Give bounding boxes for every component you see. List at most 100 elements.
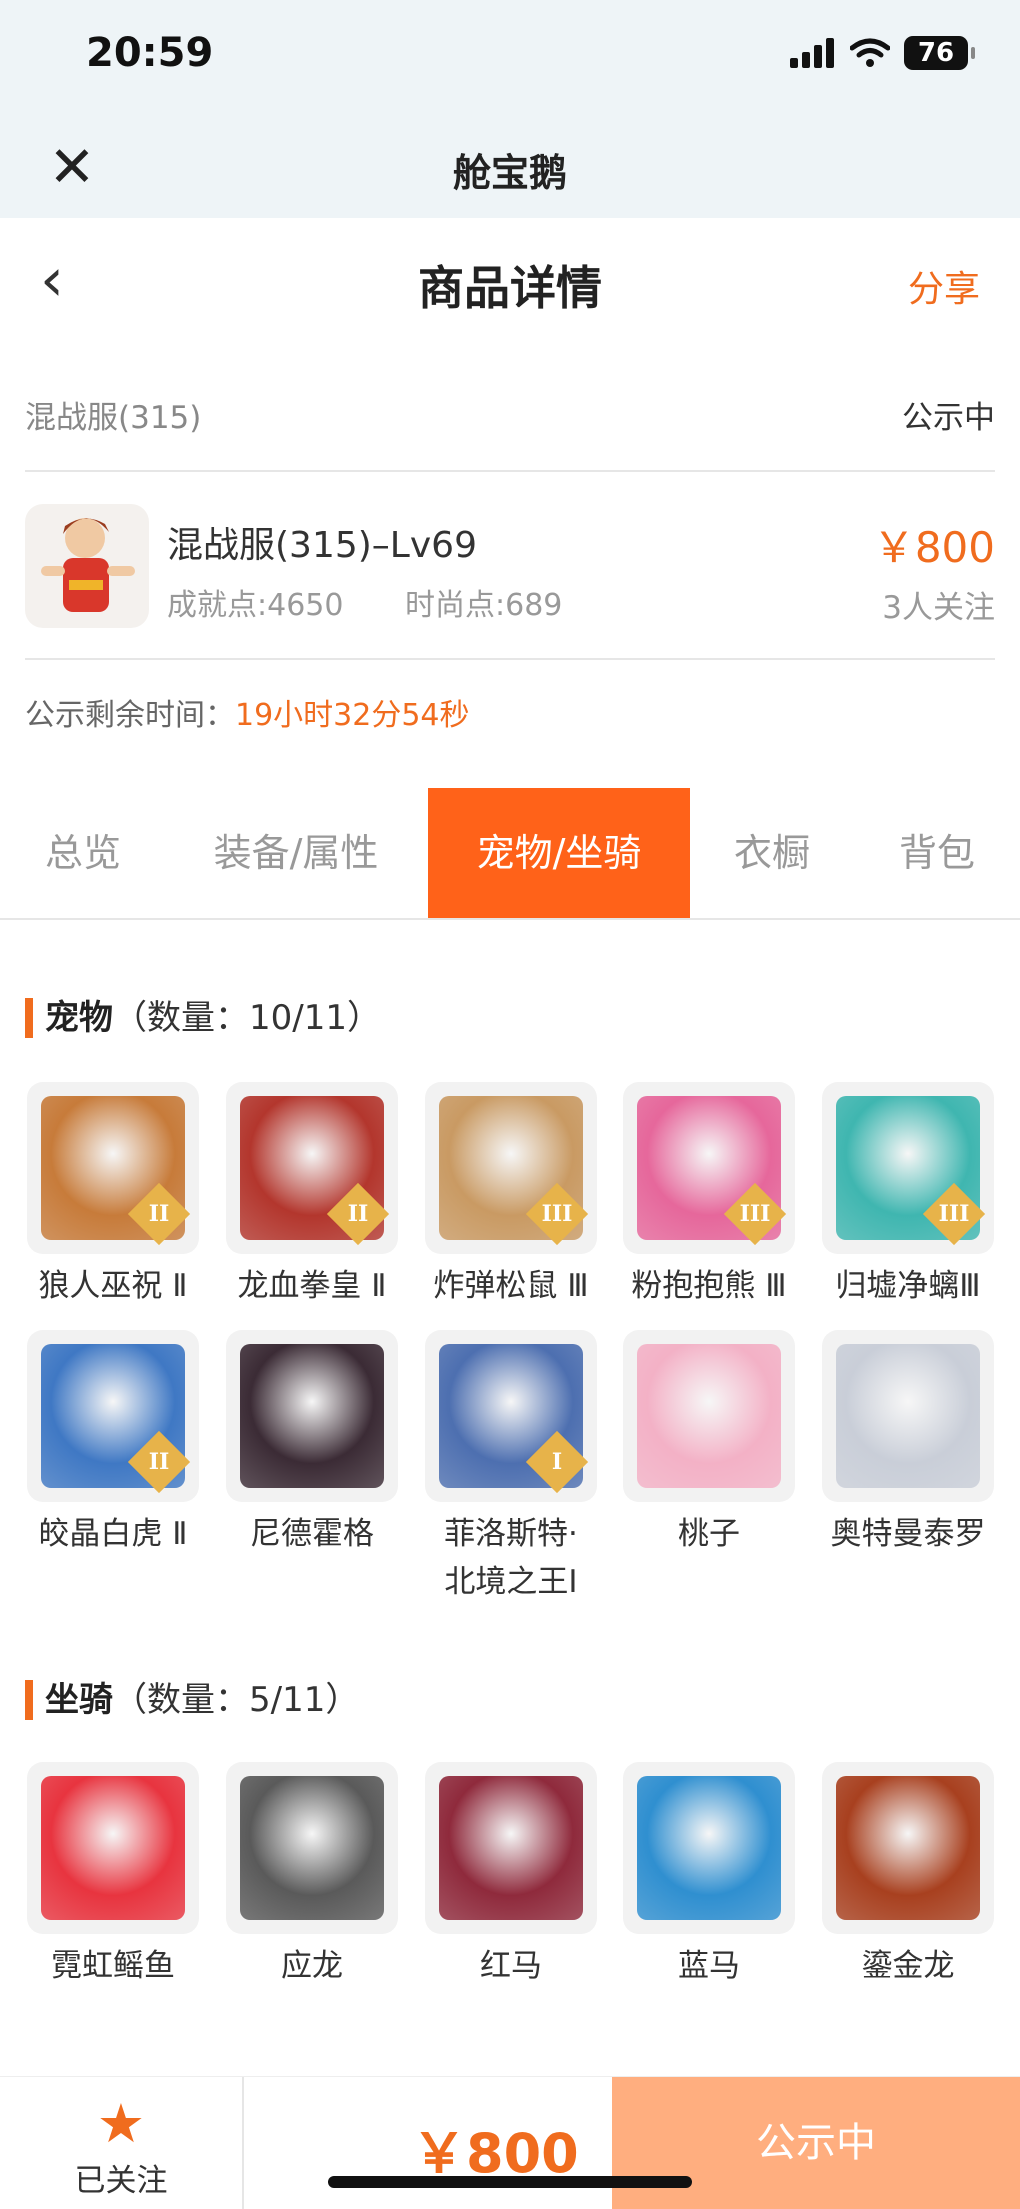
- fashion-points: 时尚点:689: [405, 588, 563, 623]
- item-artwork: [637, 1344, 781, 1488]
- list-item[interactable]: 红马: [425, 1762, 597, 1990]
- list-item[interactable]: II 皎晶白虎 Ⅱ: [27, 1330, 199, 1558]
- item-label: 龙血拳皇 Ⅱ: [237, 1268, 387, 1304]
- list-item[interactable]: 鎏金龙: [822, 1762, 994, 1990]
- pets-section-title: 宠物（数量：10/11）: [25, 990, 381, 1039]
- product-price: ￥800: [872, 523, 995, 572]
- item-artwork: [41, 1776, 185, 1920]
- remaining-time: 公示剩余时间：19小时32分54秒: [25, 690, 470, 734]
- list-item[interactable]: 应龙: [226, 1762, 398, 1990]
- item-label: 菲洛斯特·北境之王Ⅰ: [444, 1516, 578, 1600]
- item-label: 鎏金龙: [861, 1948, 955, 1984]
- item-thumbnail: I: [425, 1330, 597, 1502]
- list-item[interactable]: III 粉抱抱熊 Ⅲ: [623, 1082, 795, 1310]
- home-indicator: [328, 2176, 692, 2188]
- item-label: 尼德霍格: [250, 1516, 374, 1552]
- tab-equipment[interactable]: 装备/属性: [166, 788, 426, 918]
- status-icons: 76: [790, 36, 975, 70]
- tab-overview[interactable]: 总览: [0, 788, 166, 918]
- rank-badge: II: [326, 1182, 390, 1246]
- item-artwork: [240, 1344, 384, 1488]
- item-label: 狼人巫祝 Ⅱ: [38, 1268, 188, 1304]
- mounts-title: 坐骑: [25, 1680, 113, 1720]
- item-thumbnail: [27, 1762, 199, 1934]
- list-item[interactable]: 霓虹鳐鱼: [27, 1762, 199, 1990]
- product-summary[interactable]: 混战服(315)–Lv69 成就点:4650 时尚点:689 ￥800 3人关注: [25, 478, 995, 660]
- item-thumbnail: [623, 1330, 795, 1502]
- follower-count: 3人关注: [882, 590, 995, 626]
- item-label: 粉抱抱熊 Ⅲ: [631, 1268, 787, 1304]
- item-thumbnail: II: [27, 1082, 199, 1254]
- list-item[interactable]: II 狼人巫祝 Ⅱ: [27, 1082, 199, 1310]
- wifi-icon: [850, 38, 890, 67]
- list-item[interactable]: II 龙血拳皇 Ⅱ: [226, 1082, 398, 1310]
- item-artwork: [836, 1776, 980, 1920]
- status-bar: 20:59 76: [0, 0, 1020, 118]
- rank-badge-label: I: [551, 1449, 563, 1475]
- character-avatar: [25, 504, 149, 628]
- tab-wardrobe[interactable]: 衣橱: [690, 788, 854, 918]
- rank-badge: III: [525, 1182, 589, 1246]
- item-artwork: [240, 1776, 384, 1920]
- item-thumbnail: [822, 1762, 994, 1934]
- item-thumbnail: [226, 1762, 398, 1934]
- server-name: 混战服(315): [25, 400, 202, 436]
- list-item[interactable]: III 炸弹松鼠 Ⅲ: [425, 1082, 597, 1310]
- item-artwork: [637, 1776, 781, 1920]
- list-item[interactable]: 桃子: [623, 1330, 795, 1558]
- list-item[interactable]: 尼德霍格: [226, 1330, 398, 1558]
- item-label: 应龙: [281, 1948, 343, 1984]
- status-button[interactable]: 公示中: [612, 2077, 1020, 2209]
- rank-badge-label: II: [347, 1201, 369, 1227]
- item-thumbnail: III: [623, 1082, 795, 1254]
- app-title: 舱宝鹅: [452, 151, 567, 195]
- item-label: 蓝马: [678, 1948, 740, 1984]
- item-label: 桃子: [678, 1516, 740, 1552]
- bottom-bar: ★ 已关注 ￥800 公示中: [0, 2076, 1020, 2209]
- page-title: 商品详情: [418, 261, 602, 315]
- item-label: 红马: [480, 1948, 542, 1984]
- rank-badge-label: III: [739, 1201, 771, 1227]
- item-label: 炸弹松鼠 Ⅲ: [433, 1268, 589, 1304]
- follow-label: 已关注: [74, 2163, 168, 2199]
- rank-badge-label: II: [148, 1201, 170, 1227]
- item-label: 归墟净螭Ⅲ: [835, 1268, 981, 1304]
- detail-tabs: 总览 装备/属性 宠物/坐骑 衣橱 背包: [0, 788, 1020, 920]
- achievement-points: 成就点:4650: [167, 588, 344, 623]
- follow-button[interactable]: ★ 已关注: [0, 2077, 244, 2209]
- share-button[interactable]: 分享: [908, 260, 980, 312]
- item-label: 皎晶白虎 Ⅱ: [38, 1516, 188, 1552]
- remaining-value: 19小时32分54秒: [235, 698, 470, 733]
- server-status: 公示中: [902, 400, 995, 436]
- rank-badge: III: [922, 1182, 986, 1246]
- rank-badge: II: [127, 1430, 191, 1494]
- list-item[interactable]: 奥特曼泰罗: [822, 1330, 994, 1558]
- star-icon: ★: [96, 2092, 146, 2155]
- item-label: 霓虹鳐鱼: [51, 1948, 175, 1984]
- rank-badge-label: III: [938, 1201, 970, 1227]
- tab-pets-mounts[interactable]: 宠物/坐骑: [428, 788, 690, 918]
- item-artwork: [836, 1344, 980, 1488]
- product-title: 混战服(315)–Lv69: [167, 525, 477, 566]
- item-thumbnail: [226, 1330, 398, 1502]
- tab-bag[interactable]: 背包: [854, 788, 1020, 918]
- list-item[interactable]: I 菲洛斯特·北境之王Ⅰ: [425, 1330, 597, 1606]
- status-time: 20:59: [86, 30, 214, 76]
- rank-badge-label: II: [148, 1449, 170, 1475]
- pets-count: （数量：10/11）: [113, 998, 381, 1038]
- battery-icon: 76: [904, 36, 975, 70]
- item-label: 奥特曼泰罗: [830, 1516, 986, 1552]
- item-artwork: [439, 1776, 583, 1920]
- list-item[interactable]: III 归墟净螭Ⅲ: [822, 1082, 994, 1310]
- mounts-section-title: 坐骑（数量：5/11）: [25, 1672, 359, 1721]
- item-thumbnail: II: [27, 1330, 199, 1502]
- signal-icon: [790, 38, 834, 68]
- mounts-count: （数量：5/11）: [113, 1680, 360, 1720]
- rank-badge: II: [127, 1182, 191, 1246]
- server-row: 混战服(315) 公示中: [25, 360, 995, 472]
- item-thumbnail: III: [425, 1082, 597, 1254]
- app-navbar: ✕ 舱宝鹅: [0, 118, 1020, 218]
- item-thumbnail: II: [226, 1082, 398, 1254]
- rank-badge: I: [525, 1430, 589, 1494]
- list-item[interactable]: 蓝马: [623, 1762, 795, 1990]
